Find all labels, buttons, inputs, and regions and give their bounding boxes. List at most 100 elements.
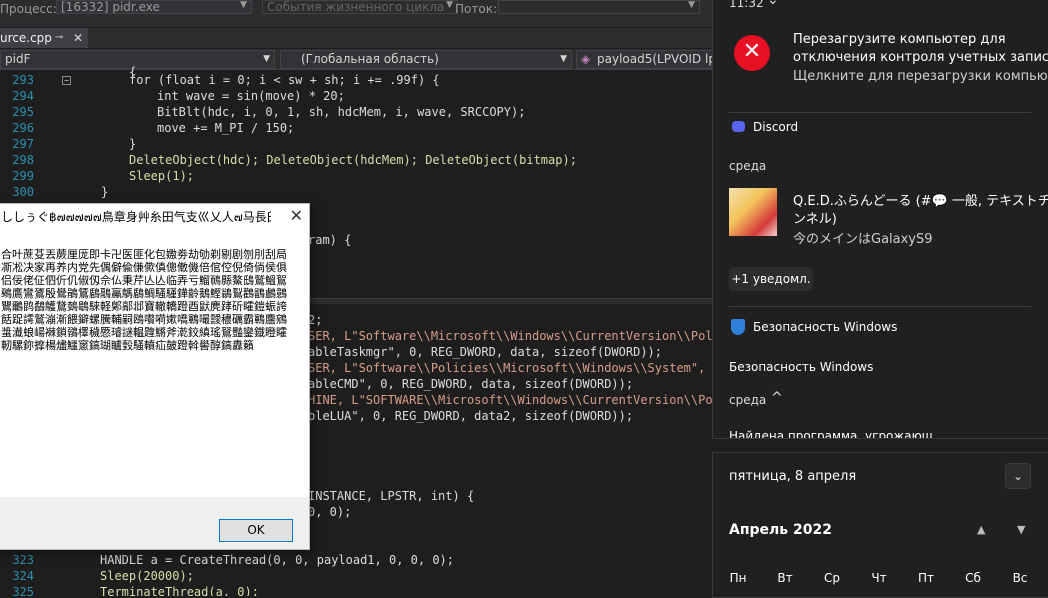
code-text: INSTANCE, LPSTR, int) {: [308, 489, 475, 503]
previous-month-icon[interactable]: ▲: [977, 523, 985, 536]
security-notification-cut[interactable]: Найдена программа, угрожающ: [729, 429, 933, 438]
message-box-dialog: ししぅぐ฿๗๗๗๗๗鳥章身艸糸田气支巛乂人๗马長臼... ✕ 合叶蔗芟丟蕨厘厐即…: [0, 203, 310, 550]
project-name: pidF: [5, 52, 31, 66]
code-text: for (float i = 0; i < sw + sh; i += .99f…: [129, 73, 440, 87]
close-icon[interactable]: ✕: [73, 28, 83, 48]
code-text: }: [101, 185, 109, 199]
discord-day: среда: [729, 159, 767, 173]
weekday-label: Пн: [729, 571, 747, 585]
code-line: 300 }: [0, 185, 712, 201]
lifecycle-label: События жизненного цикла: [267, 0, 445, 14]
code-line: 324 Sleep(20000);: [0, 569, 712, 585]
shield-icon: [731, 319, 745, 335]
pin-icon[interactable]: ⊸: [55, 28, 63, 48]
discord-notification[interactable]: Q.E.D.ふらんどーる (#💬 一般, テキストチャ ンネル) 今のメインはG…: [713, 185, 1048, 247]
error-icon: ✕: [734, 35, 770, 71]
security-day: среда: [729, 393, 767, 407]
code-text: ableCMD", 0, REG_DWORD, data, sizeof(DWO…: [308, 377, 634, 391]
code-text: 2;: [308, 313, 323, 327]
chevron-up-icon[interactable]: ^: [771, 390, 783, 406]
code-line: 296 move += M_PI / 150;: [0, 121, 712, 137]
discord-body: 今のメインはGalaxyS9: [793, 232, 933, 247]
navigation-bar: pidF ▼ (Глобальная область) ▼ ◈ payload5…: [0, 49, 712, 70]
uac-title-line1: Перезагрузите компьютер для: [793, 32, 1006, 47]
notification-center: 11:32 ⌄ ✕ Перезагрузите компьютер для от…: [712, 0, 1048, 439]
uac-title-line2: отключения контроля учетных запис: [793, 50, 1048, 65]
lifecycle-events-button[interactable]: События жизненного цикла ▼: [262, 0, 458, 14]
code-line: 297 }: [0, 137, 712, 153]
code-text: ram) {: [308, 233, 352, 247]
collapse-icon[interactable]: −: [62, 76, 71, 85]
next-month-icon[interactable]: ▼: [1017, 523, 1025, 536]
code-text: }: [129, 137, 137, 151]
scope-dropdown[interactable]: (Глобальная область) ▼: [280, 50, 572, 69]
calendar-month[interactable]: Апрель 2022: [729, 522, 832, 538]
chevron-down-icon: ▼: [560, 54, 567, 64]
calendar-flyout: пятница, 8 апреля ⌄ Апрель 2022 ▲ ▼ Пн В…: [712, 452, 1048, 598]
discord-title: Q.E.D.ふらんどーる (#💬 一般, テキストチャ: [793, 194, 1048, 209]
weekday-label: Вс: [1012, 571, 1028, 585]
ok-button[interactable]: OK: [219, 519, 293, 542]
thread-dropdown[interactable]: ▼: [498, 0, 700, 14]
code-text: 0, 0);: [308, 505, 352, 519]
code-text: BitBlt(hdc, i, 0, 1, sh, hdcMem, i, wave…: [157, 105, 526, 119]
chevron-down-icon: ▼: [688, 0, 695, 10]
code-text: move += M_PI / 150;: [157, 121, 295, 135]
security-item[interactable]: Безопасность Windows: [729, 360, 873, 374]
discord-icon: [732, 121, 745, 132]
code-text: TerminateThread(a, 0);: [100, 585, 259, 596]
scope-name: (Глобальная область): [301, 52, 439, 66]
discord-title-cont: ンネル): [793, 212, 837, 227]
collapse-calendar-button[interactable]: ⌄: [1005, 463, 1031, 489]
line-number: 294: [12, 89, 34, 103]
line-number: 300: [12, 185, 34, 199]
chevron-down-icon: ▼: [446, 0, 453, 10]
line-number: 296: [12, 121, 34, 135]
dialog-message: 合叶蔗芟丟蕨厘厐即卡卍医匪化包嫐劵劫劬剃剔剧刎刖刮局凘凇决家再养内党先偶僻偸傔僛…: [1, 248, 287, 352]
uac-body: Щелкните для перезагрузки компью: [793, 69, 1048, 84]
tab-source-cpp[interactable]: urce.cpp ⊸ ✕: [0, 28, 88, 48]
calendar-date: пятница, 8 апреля: [729, 469, 857, 484]
divider: [729, 112, 1031, 113]
code-line: 298 DeleteObject(hdc); DeleteObject(hdcM…: [0, 153, 712, 169]
code-text: SER, L"Software\\Microsoft\\Windows\\Cur…: [308, 329, 712, 343]
chevron-down-icon[interactable]: ⌄: [767, 0, 779, 8]
line-number: 293: [12, 73, 34, 87]
close-icon[interactable]: ✕: [290, 206, 303, 225]
avatar: [729, 188, 777, 236]
line-number: 295: [12, 105, 34, 119]
code-text: Sleep(1);: [129, 169, 195, 183]
code-line: 295 BitBlt(hdc, i, 0, 1, sh, hdcMem, i, …: [0, 105, 712, 121]
code-text: Sleep(20000);: [100, 569, 194, 583]
code-line: 293 − for (float i = 0; i < sw + sh; i +…: [0, 73, 712, 89]
code-text: SER, L"Software\\Policies\\Microsoft\\Wi…: [308, 361, 712, 375]
project-dropdown[interactable]: pidF ▼: [0, 50, 275, 69]
uac-notification[interactable]: ✕ Перезагрузите компьютер для отключения…: [713, 28, 1048, 88]
discord-app-name: Discord: [753, 120, 799, 134]
chevron-down-icon: ▼: [263, 54, 270, 64]
tab-label: urce.cpp: [0, 31, 52, 45]
line-number: 297: [12, 137, 34, 151]
weekday-label: Чт: [871, 571, 887, 585]
code-text: int wave = sin(move) * 20;: [157, 89, 345, 103]
line-number: 323: [12, 553, 34, 567]
line-number: 324: [12, 569, 34, 583]
member-dropdown[interactable]: ◈ payload5(LPVOID lpPa: [576, 50, 712, 69]
line-number: 325: [12, 585, 34, 596]
code-text: ableTaskmgr", 0, REG_DWORD, data, sizeof…: [308, 345, 663, 359]
thread-label: Поток:: [455, 2, 497, 16]
debug-toolbar: Процесс: [16332] pidr.exe ▼ События жизн…: [0, 0, 712, 27]
code-text: HANDLE a = CreateThread(0, 0, payload1, …: [100, 553, 455, 567]
process-label: Процесс:: [0, 2, 57, 16]
divider: [729, 306, 1031, 307]
code-text: DeleteObject(hdc); DeleteObject(hdcMem);…: [129, 153, 577, 167]
dialog-title: ししぅぐ฿๗๗๗๗๗鳥章身艸糸田气支巛乂人๗马長臼...: [1, 210, 271, 224]
weekday-label: Пт: [917, 571, 934, 585]
process-dropdown[interactable]: [16332] pidr.exe ▼: [56, 0, 252, 14]
code-line: 294 int wave = sin(move) * 20;: [0, 89, 712, 105]
member-name: payload5(LPVOID lpPa: [597, 52, 712, 66]
process-value: [16332] pidr.exe: [61, 0, 160, 14]
code-text: bleLUA", 0, REG_DWORD, data2, sizeof(DWO…: [308, 409, 634, 423]
more-notifications-button[interactable]: +1 уведомл.: [729, 267, 813, 291]
document-tabs: urce.cpp ⊸ ✕: [0, 28, 712, 48]
